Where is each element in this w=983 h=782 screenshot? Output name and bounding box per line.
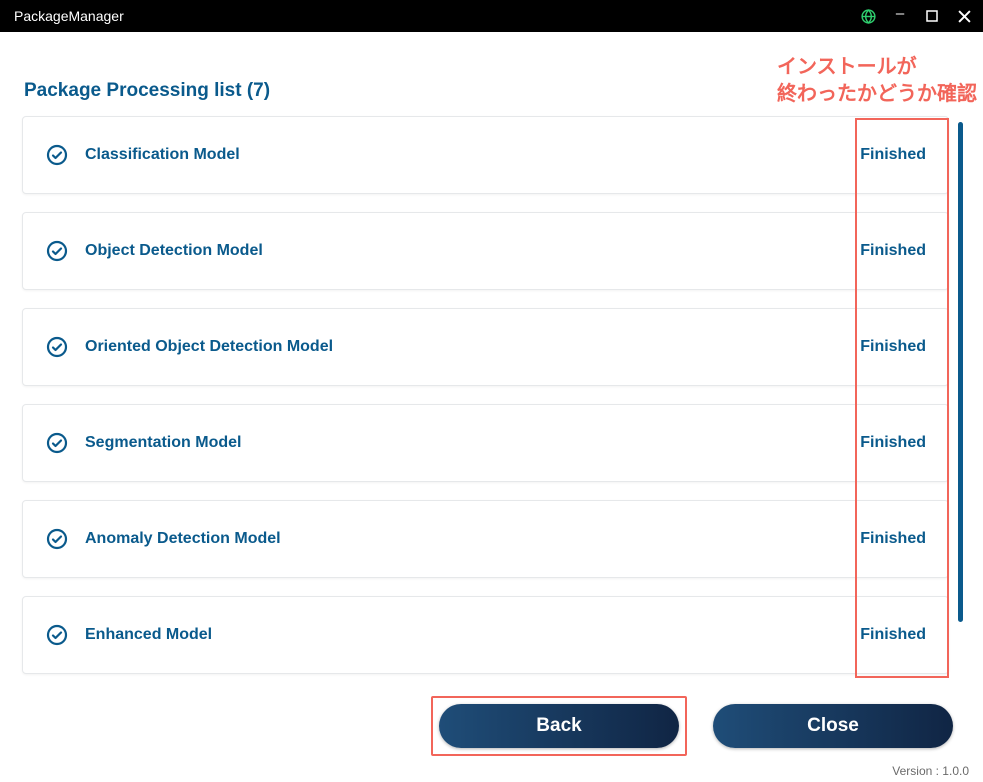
maximize-icon[interactable] (923, 7, 941, 25)
package-list-wrapper: Classification Model Finished Object Det… (22, 116, 963, 706)
package-name: Enhanced Model (85, 626, 860, 644)
check-circle-icon (45, 431, 69, 455)
minimize-icon[interactable]: – (891, 4, 909, 22)
check-circle-icon (45, 527, 69, 551)
package-row[interactable]: Anomaly Detection Model Finished (22, 500, 949, 578)
button-row: Back Close (431, 696, 953, 756)
package-name: Anomaly Detection Model (85, 530, 860, 548)
package-list: Classification Model Finished Object Det… (22, 116, 963, 674)
close-icon[interactable] (955, 7, 973, 25)
package-status: Finished (860, 530, 926, 548)
package-row[interactable]: Object Detection Model Finished (22, 212, 949, 290)
content-area: インストールが 終わったかどうか確認 Package Processing li… (0, 32, 983, 782)
globe-icon[interactable] (859, 7, 877, 25)
package-status: Finished (860, 434, 926, 452)
package-name: Object Detection Model (85, 242, 860, 260)
list-title: Package Processing list (7) (24, 80, 963, 102)
check-circle-icon (45, 143, 69, 167)
package-status: Finished (860, 626, 926, 644)
package-name: Segmentation Model (85, 434, 860, 452)
package-row[interactable]: Segmentation Model Finished (22, 404, 949, 482)
package-name: Oriented Object Detection Model (85, 338, 860, 356)
package-name: Classification Model (85, 146, 860, 164)
version-label: Version : 1.0.0 (892, 764, 969, 778)
close-button[interactable]: Close (713, 704, 953, 748)
window-controls: – (859, 7, 973, 25)
check-circle-icon (45, 623, 69, 647)
package-status: Finished (860, 146, 926, 164)
package-row[interactable]: Oriented Object Detection Model Finished (22, 308, 949, 386)
annotation-back-highlight: Back (431, 696, 687, 756)
check-circle-icon (45, 239, 69, 263)
package-row[interactable]: Classification Model Finished (22, 116, 949, 194)
check-circle-icon (45, 335, 69, 359)
package-status: Finished (860, 338, 926, 356)
package-row[interactable]: Enhanced Model Finished (22, 596, 949, 674)
package-status: Finished (860, 242, 926, 260)
app-title: PackageManager (14, 8, 124, 24)
back-button[interactable]: Back (439, 704, 679, 748)
titlebar: PackageManager – (0, 0, 983, 32)
